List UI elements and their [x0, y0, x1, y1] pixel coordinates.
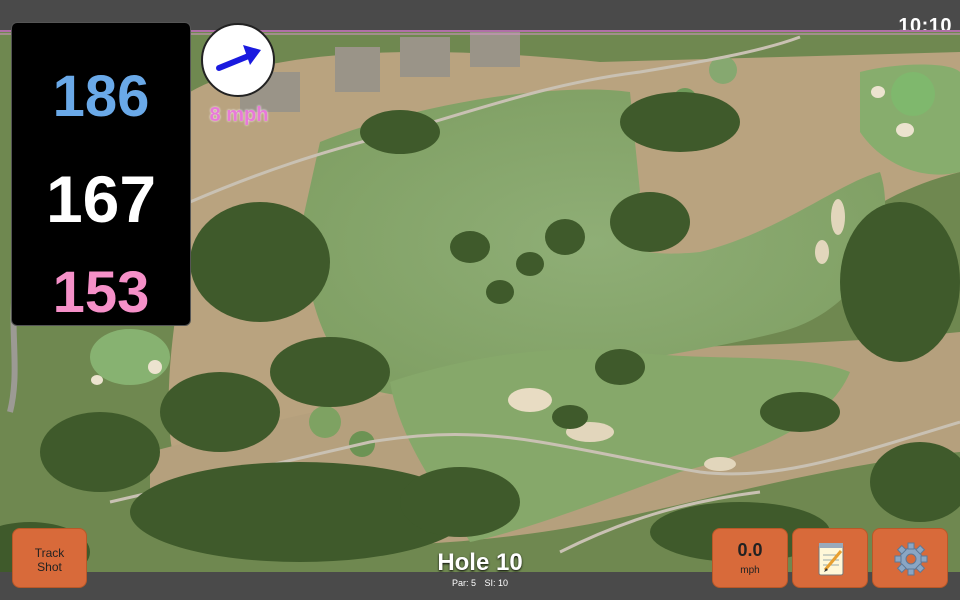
hole-info: Par: 5 SI: 10 [380, 578, 580, 588]
wind-speed: 8 mph [209, 104, 269, 126]
speed-button[interactable]: 0.0 mph [712, 528, 788, 588]
hole-title: Hole 10 [437, 549, 523, 576]
track-shot-button[interactable]: Track Shot [12, 528, 87, 588]
stroke-index-label: SI: 10 [484, 578, 509, 588]
back-distance: 186 [52, 64, 150, 129]
gear-icon [894, 542, 928, 576]
middle-distance: 167 [45, 162, 157, 236]
speed-value: 0.0 [737, 540, 763, 560]
wind-arrow-icon [216, 45, 261, 71]
notepad-icon [818, 543, 844, 576]
distance-panel: 186 167 153 [11, 22, 191, 326]
front-distance: 153 [52, 260, 150, 325]
speed-unit: mph [740, 565, 760, 576]
wind-indicator [201, 23, 275, 97]
par-label: Par: 5 [451, 578, 476, 588]
track-shot-label: Track Shot [34, 546, 65, 574]
settings-button[interactable] [872, 528, 948, 588]
notes-button[interactable] [792, 528, 868, 588]
